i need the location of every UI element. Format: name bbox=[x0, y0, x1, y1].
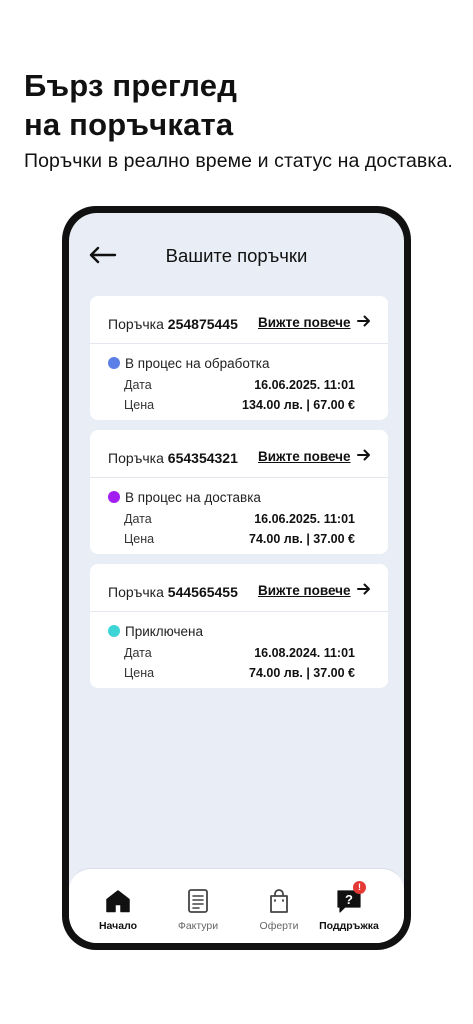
view-more-link[interactable]: Вижте повече bbox=[258, 449, 351, 464]
price-label: Цена bbox=[124, 398, 155, 412]
nav-item-invoices[interactable]: Фактури bbox=[156, 869, 240, 943]
order-number: 254875445 bbox=[167, 316, 238, 332]
order-card: Поръчка 254875445 Вижте повече В процес … bbox=[90, 296, 388, 420]
order-status: В процес на доставка bbox=[125, 490, 261, 505]
order-card-body: В процес на доставка Дата 16.06.2025. 11… bbox=[90, 478, 388, 554]
order-number-label: Поръчка 654354321 bbox=[108, 450, 238, 466]
order-date: 16.08.2024. 11:01 bbox=[254, 646, 355, 660]
order-price: 134.00 лв. | 67.00 € bbox=[242, 398, 355, 412]
view-more-link[interactable]: Вижте повече bbox=[258, 583, 351, 598]
date-label: Дата bbox=[124, 646, 152, 660]
document-icon bbox=[188, 889, 208, 913]
date-label: Дата bbox=[124, 512, 152, 526]
promo-title-line-1: Бърз преглед bbox=[24, 68, 238, 103]
arrow-right-icon[interactable] bbox=[357, 448, 371, 462]
order-card-header: Поръчка 254875445 Вижте повече bbox=[90, 296, 388, 344]
promo-title: Бърз преглед на поръчката bbox=[24, 66, 237, 144]
page-title: Вашите поръчки bbox=[165, 245, 308, 266]
arrow-right-icon[interactable] bbox=[357, 582, 371, 596]
bottom-navigation: Начало Фактури Оферти ? ! Поддръжка bbox=[69, 868, 404, 943]
order-price: 74.00 лв. | 37.00 € bbox=[249, 532, 355, 546]
order-status: В процес на обработка bbox=[125, 356, 270, 371]
order-date: 16.06.2025. 11:01 bbox=[254, 512, 355, 526]
status-dot-icon bbox=[108, 357, 120, 369]
order-status: Приключена bbox=[125, 624, 204, 639]
promo-title-line-2: на поръчката bbox=[24, 107, 234, 142]
order-card: Поръчка 544565455 Вижте повече Приключен… bbox=[90, 564, 388, 688]
app-header: Вашите поръчки bbox=[69, 213, 404, 293]
nav-label-home: Начало bbox=[98, 920, 138, 932]
status-dot-icon bbox=[108, 491, 120, 503]
app-screen: Вашите поръчки Поръчка 254875445 Вижте п… bbox=[69, 213, 404, 943]
nav-label-support: Поддръжка bbox=[319, 920, 379, 932]
order-date: 16.06.2025. 11:01 bbox=[254, 378, 355, 392]
order-card-body: Приключена Дата 16.08.2024. 11:01 Цена 7… bbox=[90, 612, 388, 688]
promo-subtitle: Поръчки в реално време и статус на доста… bbox=[24, 150, 453, 172]
order-price: 74.00 лв. | 37.00 € bbox=[249, 666, 355, 680]
nav-item-support[interactable]: ? ! Поддръжка bbox=[307, 869, 391, 943]
home-icon bbox=[106, 890, 130, 913]
order-card-body: В процес на обработка Дата 16.06.2025. 1… bbox=[90, 344, 388, 420]
shopping-bag-icon bbox=[270, 889, 288, 913]
nav-label-invoices: Фактури bbox=[177, 920, 219, 932]
order-card-header: Поръчка 544565455 Вижте повече bbox=[90, 564, 388, 612]
order-number-label: Поръчка 254875445 bbox=[108, 316, 238, 332]
view-more-link[interactable]: Вижте повече bbox=[258, 315, 351, 330]
svg-text:?: ? bbox=[345, 892, 353, 907]
order-number-label: Поръчка 544565455 bbox=[108, 584, 238, 600]
order-card-header: Поръчка 654354321 Вижте повече bbox=[90, 430, 388, 478]
order-card: Поръчка 654354321 Вижте повече В процес … bbox=[90, 430, 388, 554]
notification-badge: ! bbox=[353, 881, 366, 894]
date-label: Дата bbox=[124, 378, 152, 392]
order-label-text: Поръчка bbox=[108, 450, 168, 466]
status-dot-icon bbox=[108, 625, 120, 637]
order-number: 544565455 bbox=[167, 584, 238, 600]
nav-item-home[interactable]: Начало bbox=[76, 869, 160, 943]
order-label-text: Поръчка bbox=[108, 316, 168, 332]
price-label: Цена bbox=[124, 666, 155, 680]
order-label-text: Поръчка bbox=[108, 584, 168, 600]
phone-frame: Вашите поръчки Поръчка 254875445 Вижте п… bbox=[62, 206, 411, 950]
arrow-right-icon[interactable] bbox=[357, 314, 371, 328]
order-number: 654354321 bbox=[167, 450, 238, 466]
price-label: Цена bbox=[124, 532, 155, 546]
